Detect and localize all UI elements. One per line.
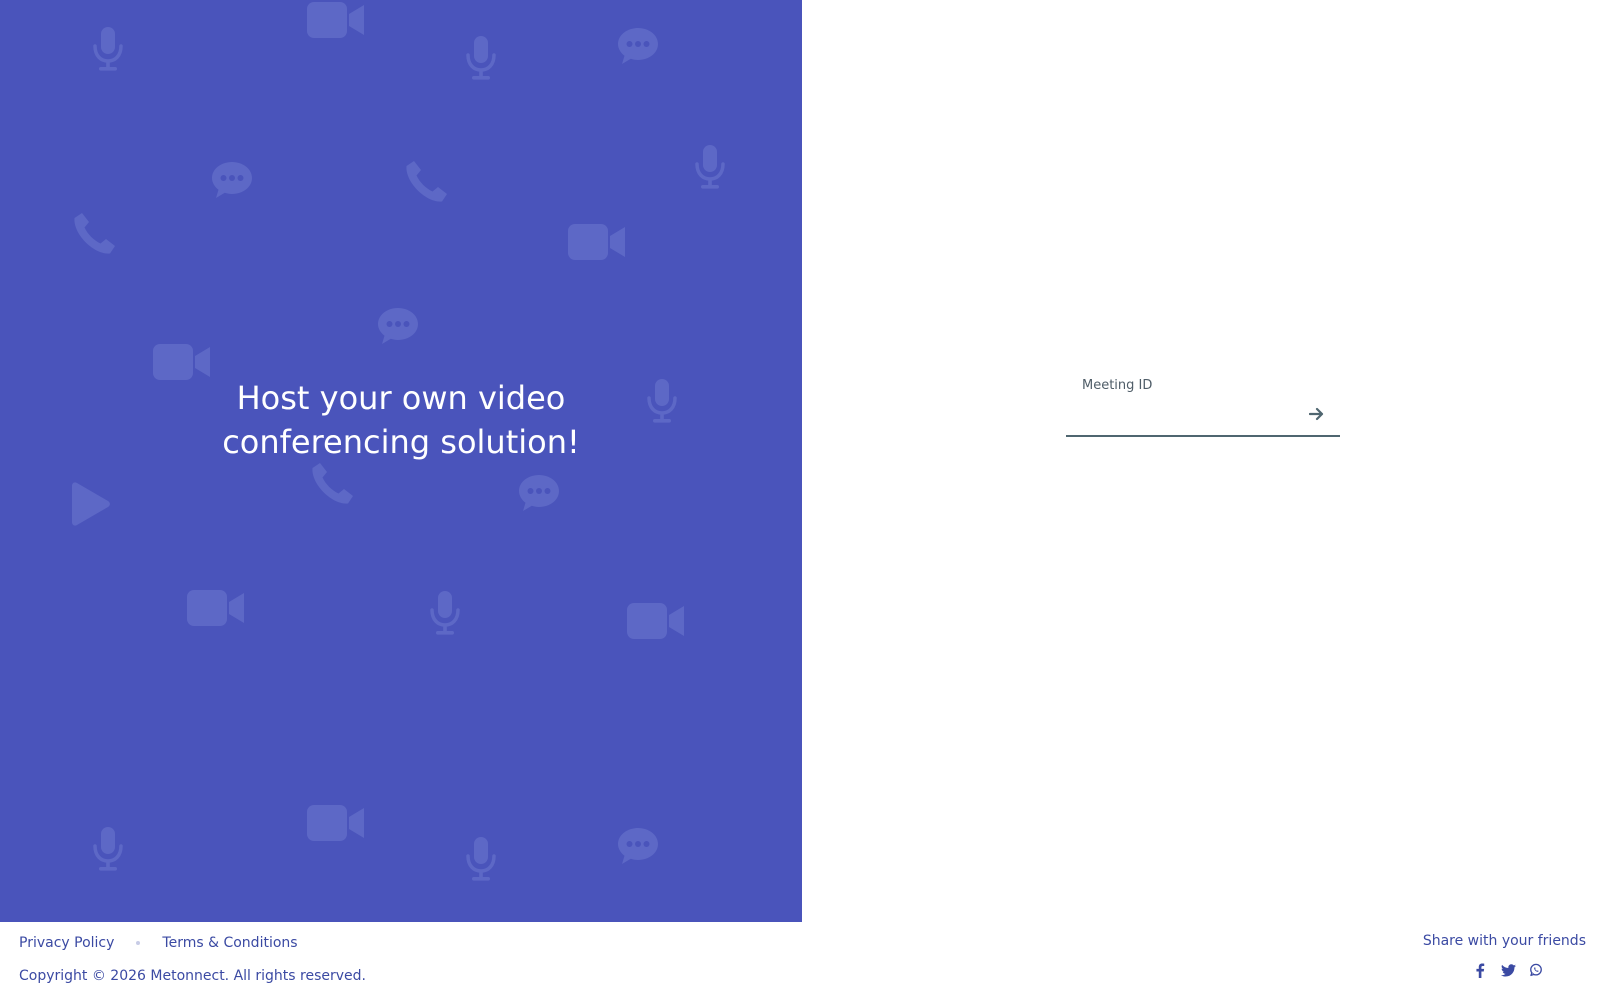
video-icon xyxy=(627,603,685,639)
chat-icon xyxy=(377,306,419,346)
microphone-icon xyxy=(91,826,125,872)
microphone-icon xyxy=(91,26,125,72)
join-submit-button[interactable] xyxy=(1306,404,1328,426)
video-icon xyxy=(307,2,365,38)
hero-title-line-2: conferencing solution! xyxy=(222,423,580,461)
microphone-icon xyxy=(464,35,498,81)
phone-icon xyxy=(72,212,116,256)
play-icon xyxy=(69,482,111,526)
footer-separator xyxy=(136,941,141,945)
share-label: Share with your friends xyxy=(1422,933,1586,949)
meeting-id-input[interactable] xyxy=(1066,396,1340,437)
video-icon xyxy=(307,805,365,841)
footer-links: Privacy Policy Terms & Conditions xyxy=(19,935,298,951)
phone-icon xyxy=(404,160,448,204)
hero-title-line-1: Host your own video xyxy=(236,379,566,417)
terms-conditions-link[interactable]: Terms & Conditions xyxy=(162,935,297,951)
hero-panel: Host your own video conferencing solutio… xyxy=(0,0,802,922)
share-icons xyxy=(1472,962,1544,978)
twitter-icon[interactable] xyxy=(1500,962,1516,978)
phone-icon xyxy=(310,462,354,506)
microphone-icon xyxy=(693,144,727,190)
facebook-icon[interactable] xyxy=(1472,962,1488,978)
chat-icon xyxy=(617,826,659,866)
meeting-id-label: Meeting ID xyxy=(1082,378,1153,393)
whatsapp-icon[interactable] xyxy=(1528,962,1544,978)
arrow-right-icon xyxy=(1308,406,1325,425)
hero-title: Host your own video conferencing solutio… xyxy=(0,376,802,464)
video-icon xyxy=(568,224,626,260)
video-icon xyxy=(153,344,211,380)
chat-icon xyxy=(518,473,560,513)
video-icon xyxy=(187,590,245,626)
microphone-icon xyxy=(428,590,462,636)
microphone-icon xyxy=(464,836,498,882)
privacy-policy-link[interactable]: Privacy Policy xyxy=(19,935,114,951)
copyright-text: Copyright © 2026 Metonnect. All rights r… xyxy=(19,968,366,984)
chat-icon xyxy=(211,160,253,200)
chat-icon xyxy=(617,26,659,66)
join-meeting-form: Meeting ID xyxy=(1066,374,1340,439)
